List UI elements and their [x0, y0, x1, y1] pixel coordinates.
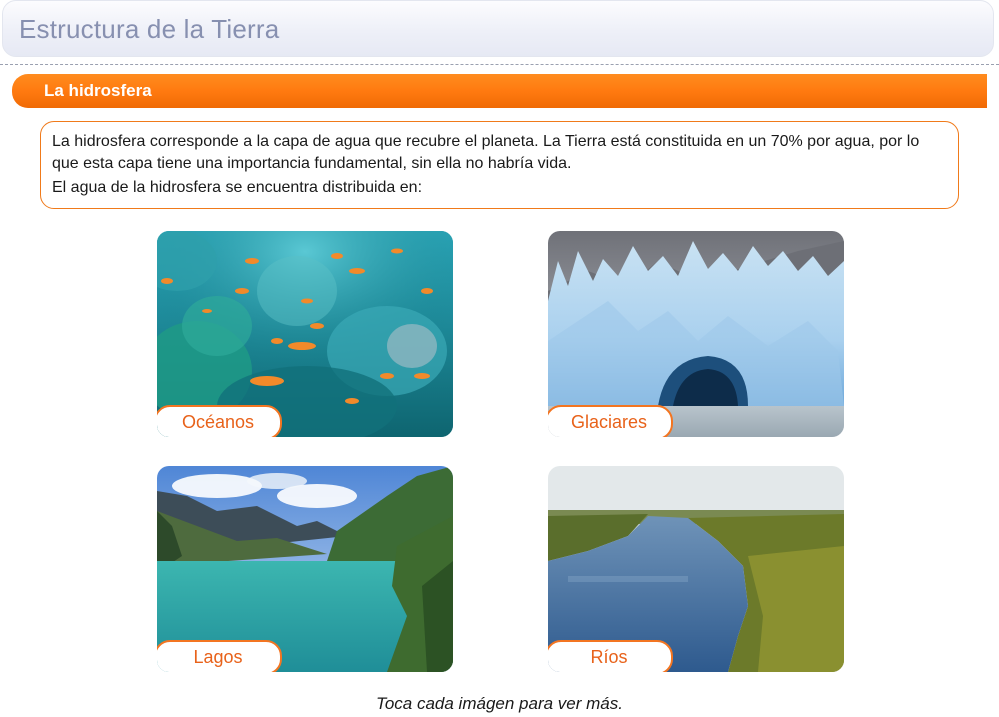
title-bar: Estructura de la Tierra	[2, 0, 994, 57]
section-title: La hidrosfera	[44, 81, 152, 100]
card-rios[interactable]: Ríos	[548, 466, 844, 672]
label-glaciares[interactable]: Glaciares	[548, 405, 673, 437]
card-glaciares[interactable]: Glaciares	[548, 231, 844, 437]
page-title: Estructura de la Tierra	[19, 14, 280, 44]
instruction-caption: Toca cada imágen para ver más.	[376, 694, 623, 713]
section-header: La hidrosfera	[12, 74, 987, 108]
label-oceanos[interactable]: Océanos	[157, 405, 282, 437]
card-oceanos[interactable]: Océanos	[157, 231, 453, 437]
label-lagos[interactable]: Lagos	[157, 640, 282, 672]
label-rios[interactable]: Ríos	[548, 640, 673, 672]
intro-paragraph-distribution: El agua de la hidrosfera se encuentra di…	[52, 179, 423, 196]
intro-box: La hidrosfera corresponde a la capa de a…	[40, 121, 959, 209]
intro-paragraph: La hidrosfera corresponde a la capa de a…	[52, 133, 920, 172]
divider	[0, 64, 999, 65]
card-lagos[interactable]: Lagos	[157, 466, 453, 672]
